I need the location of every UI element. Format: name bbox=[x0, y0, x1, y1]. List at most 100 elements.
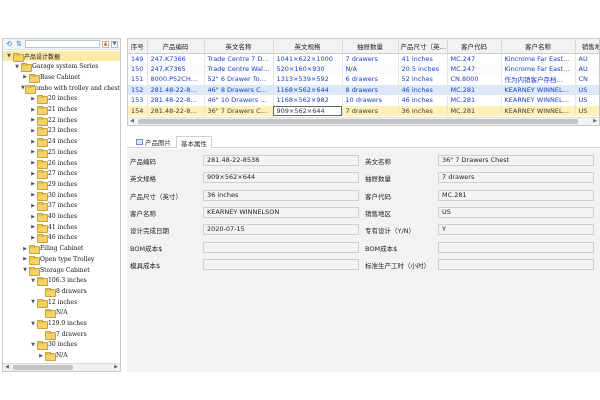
collapse-all-icon[interactable]: ⇅ bbox=[15, 40, 23, 48]
table-cell[interactable]: MC.281 bbox=[447, 84, 502, 95]
collapsed-arrow-icon[interactable]: ▶ bbox=[29, 224, 37, 230]
tree-node[interactable]: ▶ 26 inches bbox=[3, 158, 120, 169]
tree-node[interactable]: ▼ 30 inches bbox=[3, 340, 120, 351]
collapsed-arrow-icon[interactable]: ▶ bbox=[29, 149, 37, 155]
column-header[interactable]: 英文名称 bbox=[204, 39, 274, 54]
table-cell[interactable]: 1041×622×1000 bbox=[273, 53, 343, 64]
column-header[interactable]: 抽屉数量 bbox=[342, 39, 399, 54]
field-value[interactable] bbox=[438, 241, 594, 253]
table-cell[interactable]: MC.247 bbox=[447, 63, 502, 74]
collapsed-arrow-icon[interactable]: ▶ bbox=[21, 74, 29, 80]
table-cell[interactable]: 281.48-22-8541 bbox=[147, 84, 205, 95]
table-cell[interactable]: 7 drawers bbox=[342, 53, 399, 64]
table-cell[interactable]: CN.8000 bbox=[447, 74, 502, 85]
tree-view[interactable]: ▼ 产品设计数据 ▼ Garage system Series ▶ Base Cabine… bbox=[3, 50, 120, 365]
sort-down-icon[interactable]: ▼ bbox=[111, 40, 118, 48]
collapsed-arrow-icon[interactable]: ▶ bbox=[29, 203, 37, 209]
table-cell[interactable]: MC.247 bbox=[447, 53, 502, 64]
field-value[interactable]: KEARNEY WINNELSON bbox=[203, 206, 359, 218]
table-cell[interactable]: 52 inches bbox=[398, 74, 448, 85]
table-row[interactable]: 150247.K7365Trade Centre Wall Cabinet520… bbox=[128, 63, 599, 74]
table-cell[interactable]: 520×160×930 bbox=[273, 63, 343, 74]
tree-node[interactable]: ▶ 40 inches bbox=[3, 212, 120, 222]
collapsed-arrow-icon[interactable]: ▶ bbox=[29, 128, 37, 134]
table-cell[interactable]: 36 inches bbox=[398, 105, 448, 116]
tab-product-images[interactable]: 产品图片 bbox=[131, 135, 176, 147]
table-cell[interactable]: 20.5 inches bbox=[398, 63, 448, 74]
collapsed-arrow-icon[interactable]: ▶ bbox=[21, 246, 29, 252]
field-value[interactable]: 36" 7 Drawers Chest bbox=[438, 155, 594, 166]
table-cell[interactable]: 作为内销客户存档… bbox=[501, 74, 576, 85]
table-cell[interactable]: Kincrome Far East Pt… bbox=[501, 53, 576, 64]
table-cell[interactable]: 153 bbox=[128, 95, 148, 106]
refresh-icon[interactable]: ⟲ bbox=[5, 40, 13, 48]
table-cell[interactable]: 154 bbox=[128, 105, 148, 116]
table-row[interactable]: 153281.48-22-854246" 10 Drawers Cabinet1… bbox=[128, 95, 599, 106]
tree-node[interactable]: ▼ Combo with trolley and chest bbox=[3, 83, 120, 94]
expanded-arrow-icon[interactable]: ▼ bbox=[29, 278, 37, 284]
table-cell[interactable]: MC.281 bbox=[447, 105, 502, 116]
table-cell[interactable]: Trade Centre 7 Drawer Ch… bbox=[204, 53, 274, 64]
table-cell[interactable]: 281.48-22-8538 bbox=[147, 105, 205, 116]
field-value[interactable]: US bbox=[438, 206, 594, 218]
tree-node[interactable]: ▶ Open type Trolley bbox=[3, 254, 120, 265]
table-cell[interactable]: 1313×539×592 bbox=[273, 74, 343, 85]
column-header[interactable]: 客户代码 bbox=[447, 39, 502, 54]
table-row[interactable]: 149247.K7366Trade Centre 7 Drawer Ch…104… bbox=[128, 53, 599, 64]
table-cell[interactable]: US bbox=[575, 84, 599, 95]
table-cell[interactable]: AU bbox=[575, 53, 599, 64]
expanded-arrow-icon[interactable]: ▼ bbox=[5, 53, 13, 59]
grid-horizontal-scrollbar[interactable]: ◀ ▶ bbox=[128, 117, 599, 125]
collapsed-arrow-icon[interactable]: ▶ bbox=[29, 214, 37, 220]
collapsed-arrow-icon[interactable]: ▶ bbox=[29, 96, 37, 102]
expanded-arrow-icon[interactable]: ▼ bbox=[29, 342, 37, 348]
table-cell[interactable]: 10 drawers bbox=[342, 95, 399, 106]
table-cell[interactable]: 8 drawers bbox=[342, 84, 399, 95]
tree-node[interactable]: ▶ 25 inches bbox=[3, 147, 120, 158]
table-cell[interactable]: 36" 7 Drawers Chest bbox=[204, 105, 274, 116]
table-cell[interactable]: 46 inches bbox=[398, 95, 448, 106]
scroll-right-icon[interactable]: ▶ bbox=[591, 118, 599, 125]
collapsed-arrow-icon[interactable]: ▶ bbox=[29, 192, 37, 198]
table-cell[interactable]: 151 bbox=[128, 74, 148, 85]
table-cell[interactable]: MC.281 bbox=[447, 95, 502, 106]
table-cell[interactable]: 247.K7366 bbox=[147, 53, 205, 64]
tree-node[interactable]: ▼ 106.3 inches bbox=[3, 276, 120, 287]
table-cell[interactable]: 1168×562×982 bbox=[273, 95, 343, 106]
tree-node[interactable]: ▶ 29 inches bbox=[3, 179, 120, 190]
column-header[interactable]: 产品尺寸（英… bbox=[398, 39, 448, 54]
tree-node[interactable]: N/A bbox=[3, 308, 120, 319]
tree-node[interactable]: ▶ 24 inches bbox=[3, 137, 120, 148]
table-cell[interactable]: 150 bbox=[128, 63, 148, 74]
field-value[interactable] bbox=[438, 258, 594, 270]
expanded-arrow-icon[interactable]: ▼ bbox=[13, 64, 21, 70]
tree-node[interactable]: ▶ 22 inches bbox=[3, 115, 120, 126]
collapsed-arrow-icon[interactable]: ▶ bbox=[29, 160, 37, 166]
field-value[interactable]: Y bbox=[438, 224, 594, 236]
field-value[interactable]: 2020-07-15 bbox=[203, 224, 359, 236]
table-cell[interactable]: AU bbox=[575, 63, 599, 74]
table-cell[interactable]: 52" 6 Drawer Tool Chest bbox=[204, 74, 274, 85]
field-value[interactable]: 909×562×644 bbox=[203, 172, 359, 184]
table-cell[interactable]: Kincrome Far East Pt… bbox=[501, 63, 576, 74]
column-header[interactable]: 英文规格 bbox=[273, 39, 343, 54]
collapsed-arrow-icon[interactable]: ▶ bbox=[29, 117, 37, 123]
field-value[interactable]: 281.48-22-8538 bbox=[203, 155, 359, 166]
collapsed-arrow-icon[interactable]: ▶ bbox=[29, 139, 37, 145]
table-cell[interactable]: 909×562×644 bbox=[273, 105, 343, 116]
tree-node[interactable]: ▶ 46 inches bbox=[3, 233, 120, 244]
expanded-arrow-icon[interactable]: ▼ bbox=[21, 267, 29, 273]
tree-node[interactable]: ▶ 41 inches bbox=[3, 222, 120, 233]
tree-node[interactable]: ▶ Filing Cabinet bbox=[3, 244, 120, 255]
expanded-arrow-icon[interactable]: ▼ bbox=[29, 299, 37, 305]
tree-node[interactable]: ▶ 21 inches bbox=[3, 105, 120, 115]
table-cell[interactable]: KEARNEY WINNELS… bbox=[501, 84, 576, 95]
table-cell[interactable]: CN bbox=[575, 74, 599, 85]
tree-node[interactable]: ▶ 20 inches bbox=[3, 94, 120, 105]
table-cell[interactable]: 281.48-22-8542 bbox=[147, 95, 205, 106]
scrollbar-thumb[interactable] bbox=[13, 365, 73, 370]
table-cell[interactable]: N/A bbox=[342, 63, 399, 74]
tree-node[interactable]: ▼ 产品设计数据 bbox=[3, 51, 120, 62]
column-header[interactable]: 产品编码 bbox=[147, 39, 205, 54]
table-cell[interactable]: KEARNEY WINNELS… bbox=[501, 95, 576, 106]
